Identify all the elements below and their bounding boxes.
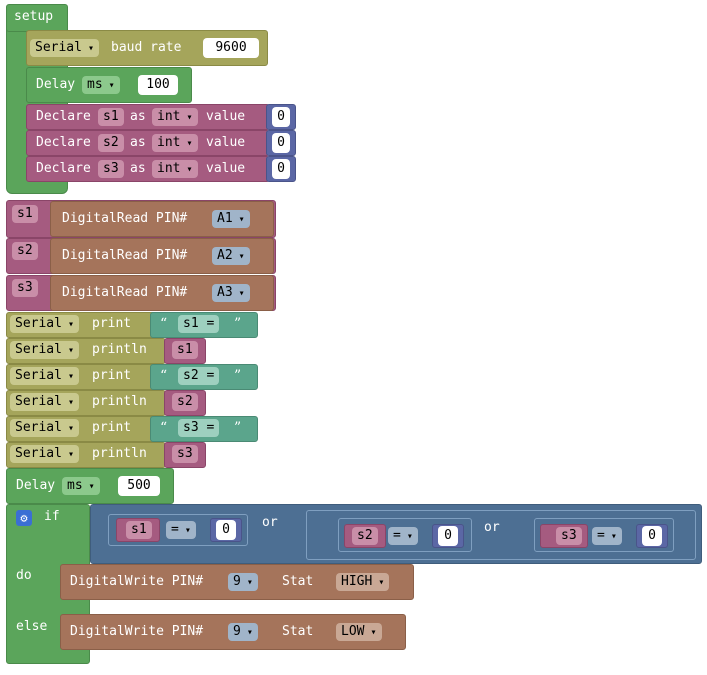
- set-var-s2[interactable]: s2: [12, 242, 38, 260]
- quote-close: ”: [234, 368, 242, 384]
- declare-value-s2[interactable]: 0: [272, 133, 290, 153]
- declare-value-s3[interactable]: 0: [272, 159, 290, 179]
- quote-open: “: [160, 316, 168, 332]
- delay-label: Delay: [16, 478, 56, 493]
- serial-dropdown[interactable]: Serial: [10, 341, 80, 359]
- serial-dropdown[interactable]: Serial: [30, 39, 100, 57]
- serial-dropdown[interactable]: Serial: [10, 367, 80, 385]
- text-input-1[interactable]: s1 =: [178, 315, 220, 333]
- stat-dropdown-high[interactable]: HIGH: [336, 573, 390, 591]
- println-method-label: println: [92, 446, 147, 461]
- set-var-s1[interactable]: s1: [12, 205, 38, 223]
- delay-value-input[interactable]: 500: [118, 476, 160, 496]
- pin-dropdown-do[interactable]: 9: [228, 573, 258, 591]
- stat-dropdown-low[interactable]: LOW: [336, 623, 382, 641]
- serial-dropdown[interactable]: Serial: [10, 445, 80, 463]
- compare-value-3[interactable]: 0: [642, 526, 662, 546]
- value-label: value: [206, 109, 246, 124]
- compare-value-2[interactable]: 0: [438, 526, 458, 546]
- compare-var-s3[interactable]: s3: [556, 527, 582, 545]
- quote-open: “: [160, 420, 168, 436]
- compare-op-dropdown-2[interactable]: =: [388, 527, 418, 545]
- set-var-s3[interactable]: s3: [12, 279, 38, 297]
- digitalread-label: DigitalRead PIN#: [62, 285, 188, 300]
- quote-close: ”: [234, 316, 242, 332]
- text-input-3[interactable]: s3 =: [178, 419, 220, 437]
- digitalwrite-label: DigitalWrite PIN#: [70, 624, 204, 639]
- declare-value-s1[interactable]: 0: [272, 107, 290, 127]
- digitalread-label: DigitalRead PIN#: [62, 211, 188, 226]
- type-dropdown-s1[interactable]: int: [152, 108, 198, 126]
- else-label: else: [16, 619, 48, 634]
- compare-op-dropdown-3[interactable]: =: [592, 527, 622, 545]
- serial-dropdown[interactable]: Serial: [10, 393, 80, 411]
- if-label: if: [44, 509, 60, 524]
- delay-unit-dropdown[interactable]: ms: [82, 76, 120, 94]
- delay-label: Delay: [36, 77, 76, 92]
- as-label: as: [130, 161, 146, 176]
- or-label-1: or: [262, 515, 278, 530]
- baud-rate-input[interactable]: 9600: [203, 38, 259, 58]
- var-get-s3[interactable]: s3: [172, 445, 198, 463]
- println-method-label: println: [92, 394, 147, 409]
- digitalwrite-label: DigitalWrite PIN#: [70, 574, 204, 589]
- declare-label: Declare: [36, 161, 91, 176]
- declare-var-s1[interactable]: s1: [98, 108, 124, 126]
- as-label: as: [130, 135, 146, 150]
- compare-var-s1[interactable]: s1: [126, 521, 152, 539]
- print-method-label: print: [92, 368, 132, 383]
- pin-dropdown-a3[interactable]: A3: [212, 284, 250, 302]
- as-label: as: [130, 109, 146, 124]
- text-input-2[interactable]: s2 =: [178, 367, 220, 385]
- compare-value-1[interactable]: 0: [216, 520, 236, 540]
- serial-dropdown[interactable]: Serial: [10, 419, 80, 437]
- print-method-label: print: [92, 420, 132, 435]
- stat-label: Stat: [282, 624, 314, 639]
- declare-var-s3[interactable]: s3: [98, 160, 124, 178]
- delay-unit-dropdown[interactable]: ms: [62, 477, 100, 495]
- pin-dropdown-a2[interactable]: A2: [212, 247, 250, 265]
- type-dropdown-s2[interactable]: int: [152, 134, 198, 152]
- do-label: do: [16, 568, 32, 583]
- gear-icon[interactable]: ⚙: [16, 510, 32, 526]
- declare-label: Declare: [36, 135, 91, 150]
- declare-label: Declare: [36, 109, 91, 124]
- digitalread-label: DigitalRead PIN#: [62, 248, 188, 263]
- println-method-label: println: [92, 342, 147, 357]
- value-label: value: [206, 135, 246, 150]
- compare-op-dropdown-1[interactable]: =: [166, 521, 196, 539]
- value-label: value: [206, 161, 246, 176]
- quote-open: “: [160, 368, 168, 384]
- declare-var-s2[interactable]: s2: [98, 134, 124, 152]
- stat-label: Stat: [282, 574, 314, 589]
- type-dropdown-s3[interactable]: int: [152, 160, 198, 178]
- quote-close: ”: [234, 420, 242, 436]
- or-label-2: or: [484, 520, 500, 535]
- print-method-label: print: [92, 316, 132, 331]
- serial-dropdown[interactable]: Serial: [10, 315, 80, 333]
- setup-label: setup: [14, 9, 54, 24]
- baud-rate-label: baud rate: [111, 40, 182, 55]
- delay-value-input[interactable]: 100: [138, 75, 178, 95]
- pin-dropdown-else[interactable]: 9: [228, 623, 258, 641]
- var-get-s1[interactable]: s1: [172, 341, 198, 359]
- compare-var-s2[interactable]: s2: [352, 527, 378, 545]
- pin-dropdown-a1[interactable]: A1: [212, 210, 250, 228]
- var-get-s2[interactable]: s2: [172, 393, 198, 411]
